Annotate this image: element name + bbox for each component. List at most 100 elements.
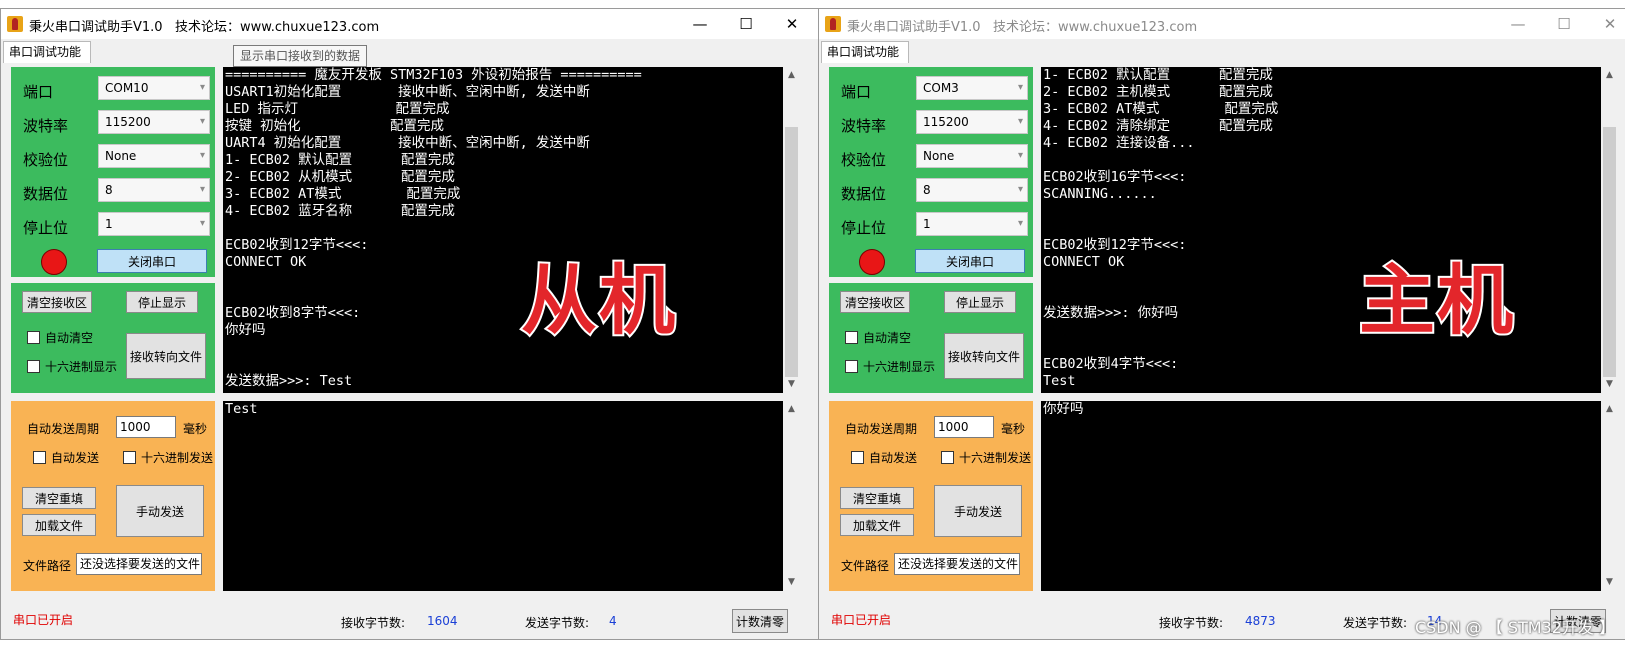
- load-file-button[interactable]: 加载文件: [840, 514, 914, 536]
- hex-display-checkbox[interactable]: 十六进制显示: [27, 358, 117, 375]
- send-period-input[interactable]: 1000: [934, 416, 994, 438]
- clear-count-button[interactable]: 计数清零: [732, 609, 788, 633]
- send-area[interactable]: 你好吗: [1041, 401, 1601, 591]
- send-period-input[interactable]: 1000: [116, 416, 176, 438]
- receive-line: 发送数据>>>: Test: [225, 373, 353, 389]
- stop-bits-value: 1: [923, 217, 931, 231]
- close-icon[interactable]: ✕: [769, 9, 815, 39]
- redirect-to-file-button[interactable]: 接收转向文件: [126, 333, 206, 379]
- stop-bits-select[interactable]: 1 ▾: [98, 212, 210, 236]
- parity-select[interactable]: None ▾: [916, 144, 1028, 168]
- auto-send-checkbox[interactable]: 自动发送: [851, 449, 917, 466]
- baud-select[interactable]: 115200 ▾: [916, 110, 1028, 134]
- receive-line: ========== 魔友开发板 STM32F103 外设初始报告 ======…: [225, 67, 642, 83]
- close-port-button[interactable]: 关闭串口: [915, 249, 1025, 273]
- chevron-down-icon: ▾: [199, 82, 205, 93]
- clear-receive-button[interactable]: 清空接收区: [840, 291, 910, 313]
- receive-area[interactable]: 1- ECB02 默认配置 配置完成 2- ECB02 主机模式 配置完成 3- E…: [1041, 67, 1601, 393]
- checkbox-box[interactable]: [27, 331, 40, 344]
- scroll-down-icon[interactable]: ▼: [783, 376, 800, 393]
- redirect-to-file-button[interactable]: 接收转向文件: [944, 333, 1024, 379]
- maximize-icon[interactable]: ☐: [723, 9, 769, 39]
- receive-line: LED 指示灯 配置完成: [225, 101, 450, 117]
- port-select[interactable]: COM10 ▾: [98, 76, 210, 100]
- baud-select[interactable]: 115200 ▾: [98, 110, 210, 134]
- parity-select[interactable]: None ▾: [98, 144, 210, 168]
- scroll-thumb[interactable]: [1603, 127, 1616, 377]
- chevron-down-icon: ▾: [1017, 82, 1023, 93]
- receive-line: 4- ECB02 清除绑定 配置完成: [1043, 118, 1273, 134]
- clear-receive-button[interactable]: 清空接收区: [22, 291, 92, 313]
- stop-display-button[interactable]: 停止显示: [944, 291, 1016, 313]
- stop-bits-select[interactable]: 1 ▾: [916, 212, 1028, 236]
- auto-send-label: 自动发送: [869, 451, 918, 465]
- scroll-thumb[interactable]: [785, 127, 798, 377]
- scroll-up-icon[interactable]: ▲: [1601, 401, 1618, 418]
- data-bits-select[interactable]: 8 ▾: [98, 178, 210, 202]
- receive-line: [225, 288, 783, 305]
- file-path-input[interactable]: 还没选择要发送的文件: [894, 553, 1020, 575]
- receive-line: ECB02收到12字节<<<:: [225, 237, 369, 253]
- send-scrollbar[interactable]: ▲ ▼: [1601, 401, 1618, 591]
- receive-line: ECB02收到16字节<<<:: [1043, 169, 1187, 185]
- tx-count-label: 发送字节数:: [1343, 616, 1408, 630]
- receive-scrollbar[interactable]: ▲ ▼: [1601, 67, 1618, 393]
- title-bar[interactable]: 秉火串口调试助手V1.0 技术论坛：www.chuxue123.com — ☐ …: [1, 9, 819, 39]
- checkbox-box[interactable]: [845, 331, 858, 344]
- scroll-down-icon[interactable]: ▼: [1601, 376, 1618, 393]
- scroll-up-icon[interactable]: ▲: [783, 67, 800, 84]
- auto-send-period-label: 自动发送周期: [845, 422, 918, 436]
- hex-send-checkbox[interactable]: 十六进制发送: [941, 449, 1031, 466]
- window-title: 秉火串口调试助手V1.0: [847, 20, 981, 35]
- manual-send-button[interactable]: 手动发送: [116, 485, 204, 537]
- receive-line: Test: [1043, 373, 1076, 389]
- auto-clear-checkbox[interactable]: 自动清空: [845, 329, 911, 346]
- load-file-button[interactable]: 加载文件: [22, 514, 96, 536]
- receive-scrollbar[interactable]: ▲ ▼: [783, 67, 800, 393]
- file-path-input[interactable]: 还没选择要发送的文件: [76, 553, 202, 575]
- port-select[interactable]: COM3 ▾: [916, 76, 1028, 100]
- close-icon[interactable]: ✕: [1587, 9, 1625, 39]
- checkbox-box[interactable]: [27, 360, 40, 373]
- chevron-down-icon: ▾: [1017, 218, 1023, 229]
- chevron-down-icon: ▾: [1017, 116, 1023, 127]
- send-area[interactable]: Test: [223, 401, 783, 591]
- port-label: 端口: [23, 83, 54, 101]
- manual-send-button[interactable]: 手动发送: [934, 485, 1022, 537]
- minimize-icon[interactable]: —: [677, 9, 723, 39]
- receive-line: 3- ECB02 AT模式 配置完成: [225, 186, 461, 202]
- scroll-down-icon[interactable]: ▼: [783, 574, 800, 591]
- clear-resend-button[interactable]: 清空重填: [22, 487, 96, 509]
- minimize-icon[interactable]: —: [1495, 9, 1541, 39]
- chevron-down-icon: ▾: [1017, 150, 1023, 161]
- hex-display-checkbox[interactable]: 十六进制显示: [845, 358, 935, 375]
- scroll-up-icon[interactable]: ▲: [783, 401, 800, 418]
- receive-line: 2- ECB02 从机模式 配置完成: [225, 169, 455, 185]
- tab-serial-debug[interactable]: 串口调试功能: [3, 41, 91, 63]
- stop-display-button[interactable]: 停止显示: [126, 291, 198, 313]
- close-port-button[interactable]: 关闭串口: [97, 249, 207, 273]
- hex-send-checkbox[interactable]: 十六进制发送: [123, 449, 213, 466]
- auto-clear-checkbox[interactable]: 自动清空: [27, 329, 93, 346]
- checkbox-box[interactable]: [123, 451, 136, 464]
- checkbox-box[interactable]: [845, 360, 858, 373]
- tab-serial-debug[interactable]: 串口调试功能: [821, 41, 909, 63]
- receive-area[interactable]: ========== 魔友开发板 STM32F103 外设初始报告 ======…: [223, 67, 783, 393]
- right-serial-assistant-window: 秉火串口调试助手V1.0 技术论坛：www.chuxue123.com — ☐ …: [818, 8, 1625, 640]
- data-bits-select[interactable]: 8 ▾: [916, 178, 1028, 202]
- checkbox-box[interactable]: [33, 451, 46, 464]
- scroll-down-icon[interactable]: ▼: [1601, 574, 1618, 591]
- receive-line: SCANNING......: [1043, 186, 1157, 202]
- clear-resend-button[interactable]: 清空重填: [840, 487, 914, 509]
- scroll-up-icon[interactable]: ▲: [1601, 67, 1618, 84]
- send-scrollbar[interactable]: ▲ ▼: [783, 401, 800, 591]
- title-bar[interactable]: 秉火串口调试助手V1.0 技术论坛：www.chuxue123.com — ☐ …: [819, 9, 1625, 39]
- checkbox-box[interactable]: [851, 451, 864, 464]
- maximize-icon[interactable]: ☐: [1541, 9, 1587, 39]
- stop-bits-value: 1: [105, 217, 113, 231]
- checkbox-box[interactable]: [941, 451, 954, 464]
- send-text: Test: [225, 401, 258, 417]
- port-status-led: [41, 249, 67, 275]
- baud-value: 115200: [105, 115, 151, 129]
- auto-send-checkbox[interactable]: 自动发送: [33, 449, 99, 466]
